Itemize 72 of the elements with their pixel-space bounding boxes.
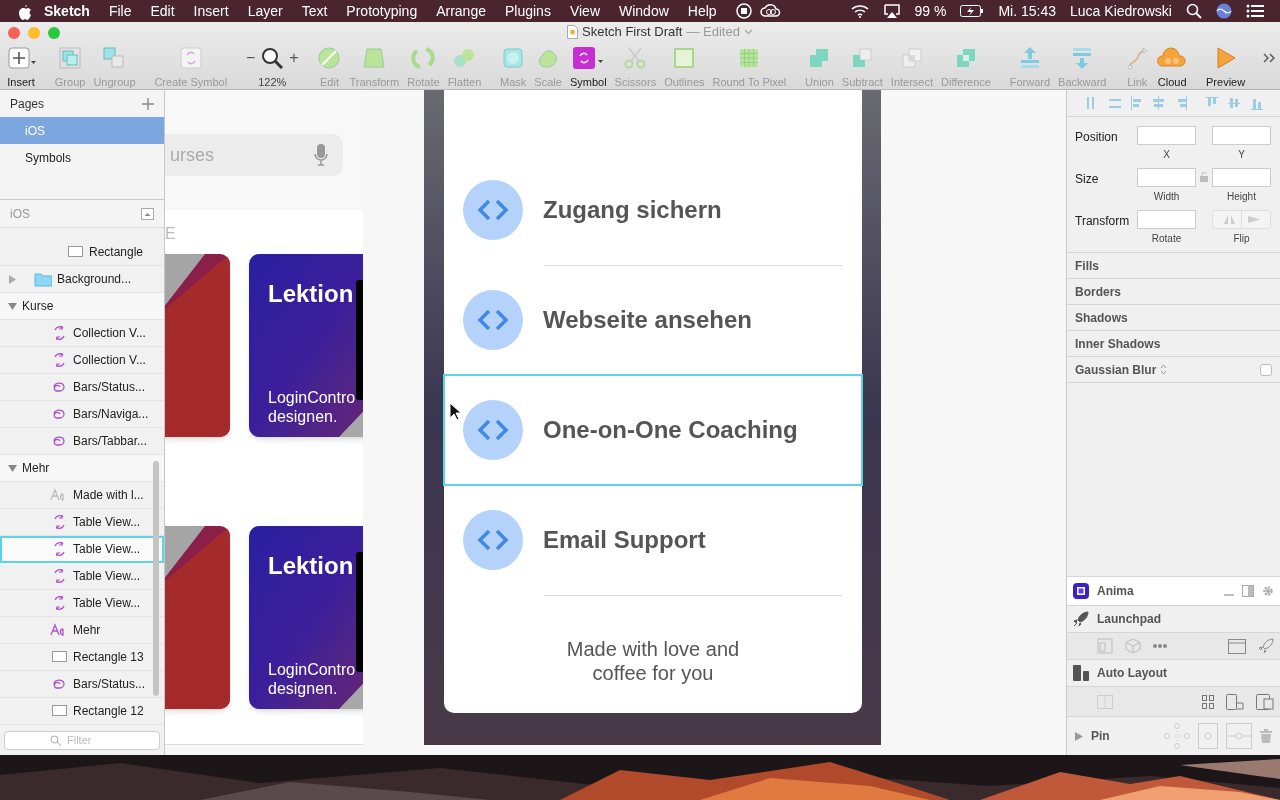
card-text: LoginContro [268, 388, 356, 407]
field-label: Transform [1075, 213, 1131, 230]
menu-item[interactable]: Arrange [436, 0, 486, 22]
layer-row[interactable]: Table View... [0, 536, 164, 563]
menu-item[interactable]: Window [619, 0, 669, 22]
layer-row[interactable]: Bars/Status... [0, 374, 164, 401]
zoom-in-button[interactable]: + [289, 45, 299, 70]
toolbar-button[interactable]: Preview [1204, 45, 1248, 90]
field-caption: X [1163, 148, 1170, 162]
section-header[interactable]: Inner Shadows [1075, 334, 1161, 353]
artboard[interactable]: urses E Lektion LoginContro designen. Lektion LoginContro designen. [165, 90, 363, 745]
row-title: Email Support [543, 525, 706, 555]
card-text: designen. [268, 679, 339, 698]
section-heading: E [165, 224, 177, 244]
menu-item[interactable]: Insert [193, 0, 229, 22]
card-title: Lektion [268, 551, 354, 581]
row-title: Webseite ansehen [543, 305, 752, 335]
section-header[interactable]: Gaussian Blur [1075, 360, 1157, 379]
search-text: urses [170, 143, 214, 167]
canvas[interactable]: urses E Lektion LoginContro designen. Lektion LoginContro designen. Zugang sichern Webseite ansehen One-on-One Coaching Email Support Made with love and coffee for you [165, 90, 1066, 755]
field-label: Size [1075, 171, 1100, 188]
layer-row[interactable]: Bars/Naviga... [0, 401, 164, 428]
clock[interactable]: Mi. 15:43 [998, 0, 1057, 22]
plugin-title[interactable]: Pin [1091, 727, 1156, 745]
list-row[interactable]: Webseite ansehen [444, 265, 862, 375]
section-header[interactable]: Borders [1075, 282, 1121, 301]
row-title: Zugang sichern [543, 195, 722, 225]
menu-item[interactable]: Plugins [505, 0, 551, 22]
field-caption: Y [1238, 148, 1245, 162]
layer-group-row[interactable]: Mehr [0, 455, 164, 482]
page-item[interactable]: Symbols [0, 144, 164, 171]
list-row[interactable]: Email Support [444, 485, 862, 595]
card-title: Lektion [268, 279, 354, 309]
field-caption: Height [1227, 190, 1256, 204]
menu-item[interactable]: Layer [247, 0, 283, 22]
plugin-title[interactable]: Auto Layout [1097, 664, 1167, 682]
panel-title: Pages [10, 95, 45, 113]
app-menu[interactable]: Sketch [44, 0, 90, 22]
list-row[interactable]: Zugang sichern [444, 155, 862, 265]
menu-item[interactable]: View [569, 0, 600, 22]
toolbar-button[interactable]: Symbol [567, 45, 609, 90]
zoom-out-button[interactable]: − [246, 45, 256, 70]
battery-percent: 99 % [914, 1, 947, 21]
toolbar-button[interactable]: Insert [4, 45, 38, 90]
layer-group-row[interactable]: Kurse [0, 293, 164, 320]
list-row[interactable]: One-on-One Coaching [444, 375, 862, 485]
zoom-level: 122% [258, 74, 287, 90]
window-title: Sketch First Draft [582, 23, 683, 41]
section-header[interactable]: Fills [1075, 256, 1099, 275]
row-title: One-on-One Coaching [543, 415, 798, 445]
layers-title: iOS [10, 205, 30, 223]
section-header[interactable]: Shadows [1075, 308, 1128, 327]
zoom-control[interactable]: − + 122% [244, 45, 301, 90]
layer-row[interactable]: Collection V... [0, 320, 164, 347]
menu-item[interactable]: File [108, 0, 132, 22]
field-caption: Flip [1233, 232, 1250, 246]
field-caption: Width [1153, 190, 1180, 204]
user-name[interactable]: Luca Kiedrowski [1070, 0, 1172, 22]
filter-field[interactable]: Filter [4, 730, 160, 750]
menu-item[interactable]: Edit [150, 0, 175, 22]
menu-item[interactable]: Text [301, 0, 328, 22]
menu-item[interactable]: Prototyping [346, 0, 418, 22]
card-text: LoginContro [268, 660, 356, 679]
layer-row[interactable]: Collection V... [0, 347, 164, 374]
menu-item[interactable]: Help [687, 0, 717, 22]
card-text: designen. [268, 407, 339, 426]
field-label: Position [1075, 129, 1119, 146]
plugin-title[interactable]: Launchpad [1097, 610, 1161, 628]
layer-row[interactable]: Rectangle [0, 239, 164, 266]
field-caption: Rotate [1151, 232, 1182, 246]
toolbar-button[interactable]: Cloud [1155, 45, 1190, 90]
footer-text: Made with love and coffee for you [565, 637, 741, 685]
